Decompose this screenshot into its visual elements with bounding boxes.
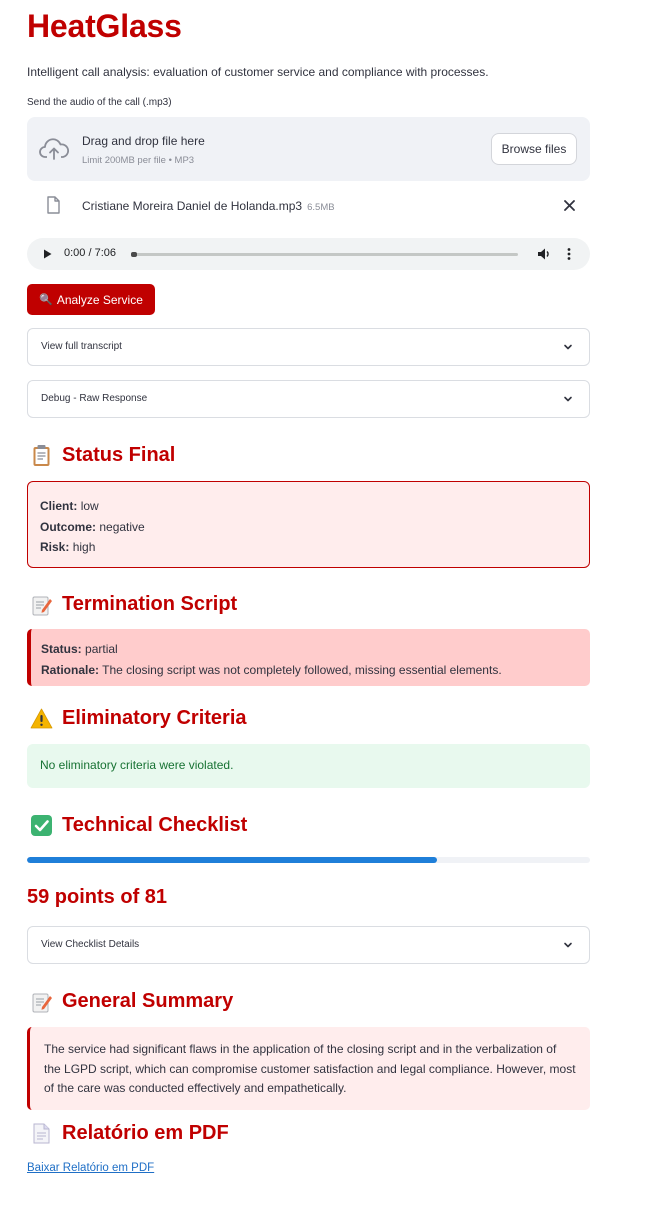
analyze-service-label: Analyze Service: [56, 292, 143, 307]
uploaded-file-name: Cristiane Moreira Daniel de Holanda.mp3: [82, 199, 303, 213]
play-icon[interactable]: [41, 248, 53, 260]
status-final-box: Client: low Outcome: negative Risk: high: [27, 481, 590, 568]
risk-label: Risk:: [40, 540, 70, 554]
eliminatory-success-box: No eliminatory criteria were violated.: [27, 744, 590, 788]
memo-icon: [32, 993, 52, 1012]
chevron-down-icon: [564, 396, 572, 402]
upload-label: Send the audio of the call (.mp3): [27, 97, 172, 108]
transcript-expander[interactable]: View full transcript: [27, 328, 590, 366]
file-dropzone[interactable]: Drag and drop file here Limit 200MB per …: [27, 117, 590, 181]
status-final-title: Status Final: [62, 443, 176, 466]
audio-seek-thumb[interactable]: [131, 252, 137, 257]
app-description: Intelligent call analysis: evaluation of…: [27, 65, 489, 79]
outcome-label: Outcome:: [40, 519, 97, 534]
risk-value: high: [72, 540, 96, 554]
pdf-title: Relatório em PDF: [62, 1121, 229, 1144]
client-label: Client:: [40, 499, 78, 513]
browse-files-button[interactable]: Browse files: [491, 133, 577, 165]
checklist-progress-fill: [27, 857, 438, 863]
check-mark-icon: [31, 814, 52, 836]
rationale-label: Rationale:: [41, 662, 100, 677]
summary-heading: General Summary: [30, 986, 233, 1016]
dropzone-limit: Limit 200MB per file • MP3: [82, 155, 195, 166]
more-options-icon[interactable]: [565, 247, 573, 261]
checklist-points: 59 points of 81: [27, 886, 168, 908]
file-icon: [47, 196, 60, 214]
pdf-heading: Relatório em PDF: [30, 1118, 229, 1148]
chevron-down-icon: [564, 942, 572, 948]
summary-box: The service had significant flaws in the…: [27, 1027, 590, 1110]
dropzone-instructions: Drag and drop file here: [82, 134, 205, 148]
chevron-down-icon: [564, 344, 572, 350]
termination-box: Status: partial Rationale: The closing s…: [27, 629, 590, 686]
volume-icon[interactable]: [537, 247, 551, 261]
analyze-service-button[interactable]: 🔍 Analyze Service: [27, 284, 155, 315]
client-value: low: [80, 499, 99, 513]
debug-expander[interactable]: Debug - Raw Response: [27, 380, 590, 418]
status-final-heading: Status Final: [30, 440, 175, 470]
audio-time: 0:00 / 7:06: [64, 247, 116, 259]
audio-player: 0:00 / 7:06: [27, 238, 590, 270]
page-icon: [33, 1123, 50, 1143]
termination-status-value: partial: [85, 642, 118, 656]
clipboard-icon: [33, 444, 50, 466]
audio-seek-bar[interactable]: [131, 252, 518, 257]
eliminatory-heading: Eliminatory Criteria: [30, 703, 247, 733]
checklist-details-expander[interactable]: View Checklist Details: [27, 926, 590, 964]
technical-heading: Technical Checklist: [30, 810, 247, 840]
termination-status-label: Status:: [41, 642, 82, 656]
summary-title: General Summary: [62, 989, 234, 1012]
magnifier-icon: 🔍: [39, 294, 53, 306]
uploaded-file-row: Cristiane Moreira Daniel de Holanda.mp3 6…: [27, 190, 590, 222]
technical-title: Technical Checklist: [62, 813, 248, 836]
memo-icon: [32, 596, 52, 615]
checklist-progress-bar: [27, 857, 590, 863]
checklist-details-label: View Checklist Details: [41, 939, 140, 950]
termination-title: Termination Script: [62, 592, 238, 615]
termination-heading: Termination Script: [30, 589, 237, 619]
eliminatory-title: Eliminatory Criteria: [62, 706, 247, 729]
close-icon: [563, 199, 575, 211]
rationale-value: The closing script was not completely fo…: [102, 662, 502, 677]
transcript-expander-label: View full transcript: [41, 341, 122, 352]
warning-icon: [30, 708, 53, 728]
download-pdf-link[interactable]: Baixar Relatório em PDF: [27, 1162, 154, 1174]
uploaded-file-size: 6.5MB: [307, 202, 335, 213]
app-title: HeatGlass: [27, 8, 182, 44]
cloud-upload-icon: [39, 138, 69, 160]
outcome-value: negative: [99, 519, 145, 534]
debug-expander-label: Debug - Raw Response: [41, 393, 148, 404]
remove-file-button[interactable]: [560, 196, 578, 214]
